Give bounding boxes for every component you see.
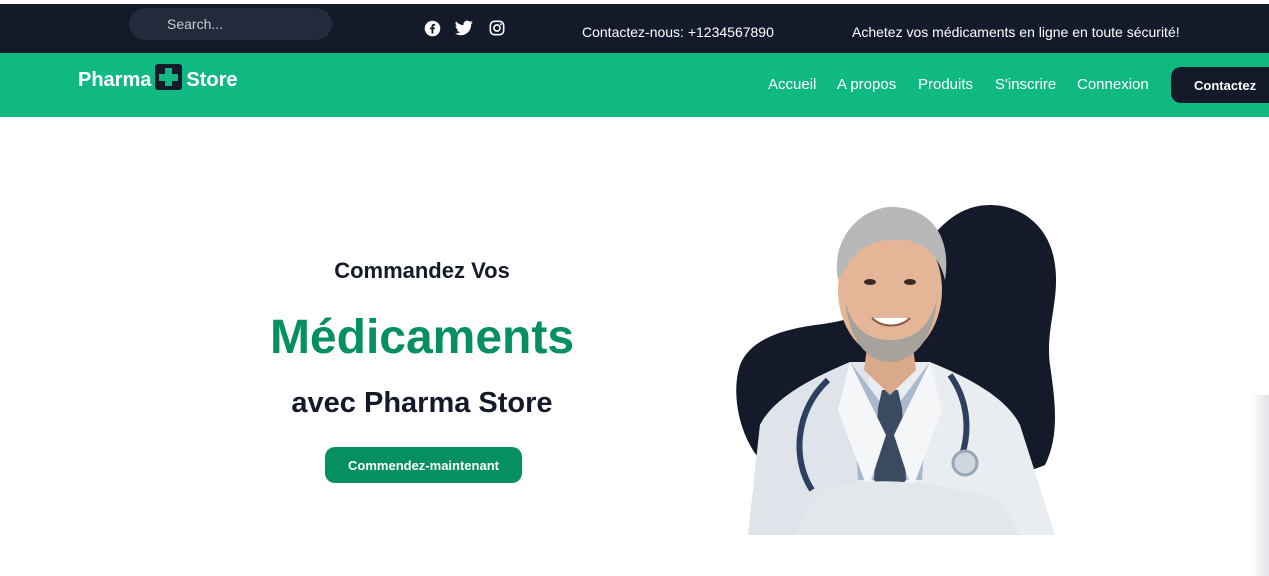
logo-text-right: Store [186,68,238,91]
scroll-shadow [1251,395,1269,576]
doctor-portrait [700,190,1080,545]
nav-link-a-propos[interactable]: A propos [837,76,896,93]
facebook-icon[interactable] [423,19,441,37]
nav-link-produits[interactable]: Produits [918,76,973,93]
hero-subtitle: Commandez Vos [334,258,510,283]
logo[interactable]: Pharma Store [78,64,238,93]
logo-text-left: Pharma [78,68,152,91]
contact-phone: Contactez-nous: +1234567890 [582,24,774,40]
nav-link-sinscrire[interactable]: S'inscrire [995,76,1056,93]
twitter-icon[interactable] [455,19,473,37]
promo-text: Achetez vos médicaments en ligne en tout… [852,24,1180,40]
medical-cross-icon [155,64,183,90]
search-input[interactable] [129,8,332,40]
hero-title: Médicaments [269,311,575,364]
nav-link-connexion[interactable]: Connexion [1077,76,1149,93]
contact-button[interactable]: Contactez [1171,67,1269,103]
main-navbar: Pharma Store Accueil A propos Produits S… [0,53,1269,117]
hero-tagline: avec Pharma Store [291,387,553,419]
nav-link-accueil[interactable]: Accueil [768,76,816,93]
instagram-icon[interactable] [488,19,506,37]
top-bar: Contactez-nous: +1234567890 Achetez vos … [0,4,1269,53]
order-now-button[interactable]: Commendez-maintenant [325,447,522,483]
